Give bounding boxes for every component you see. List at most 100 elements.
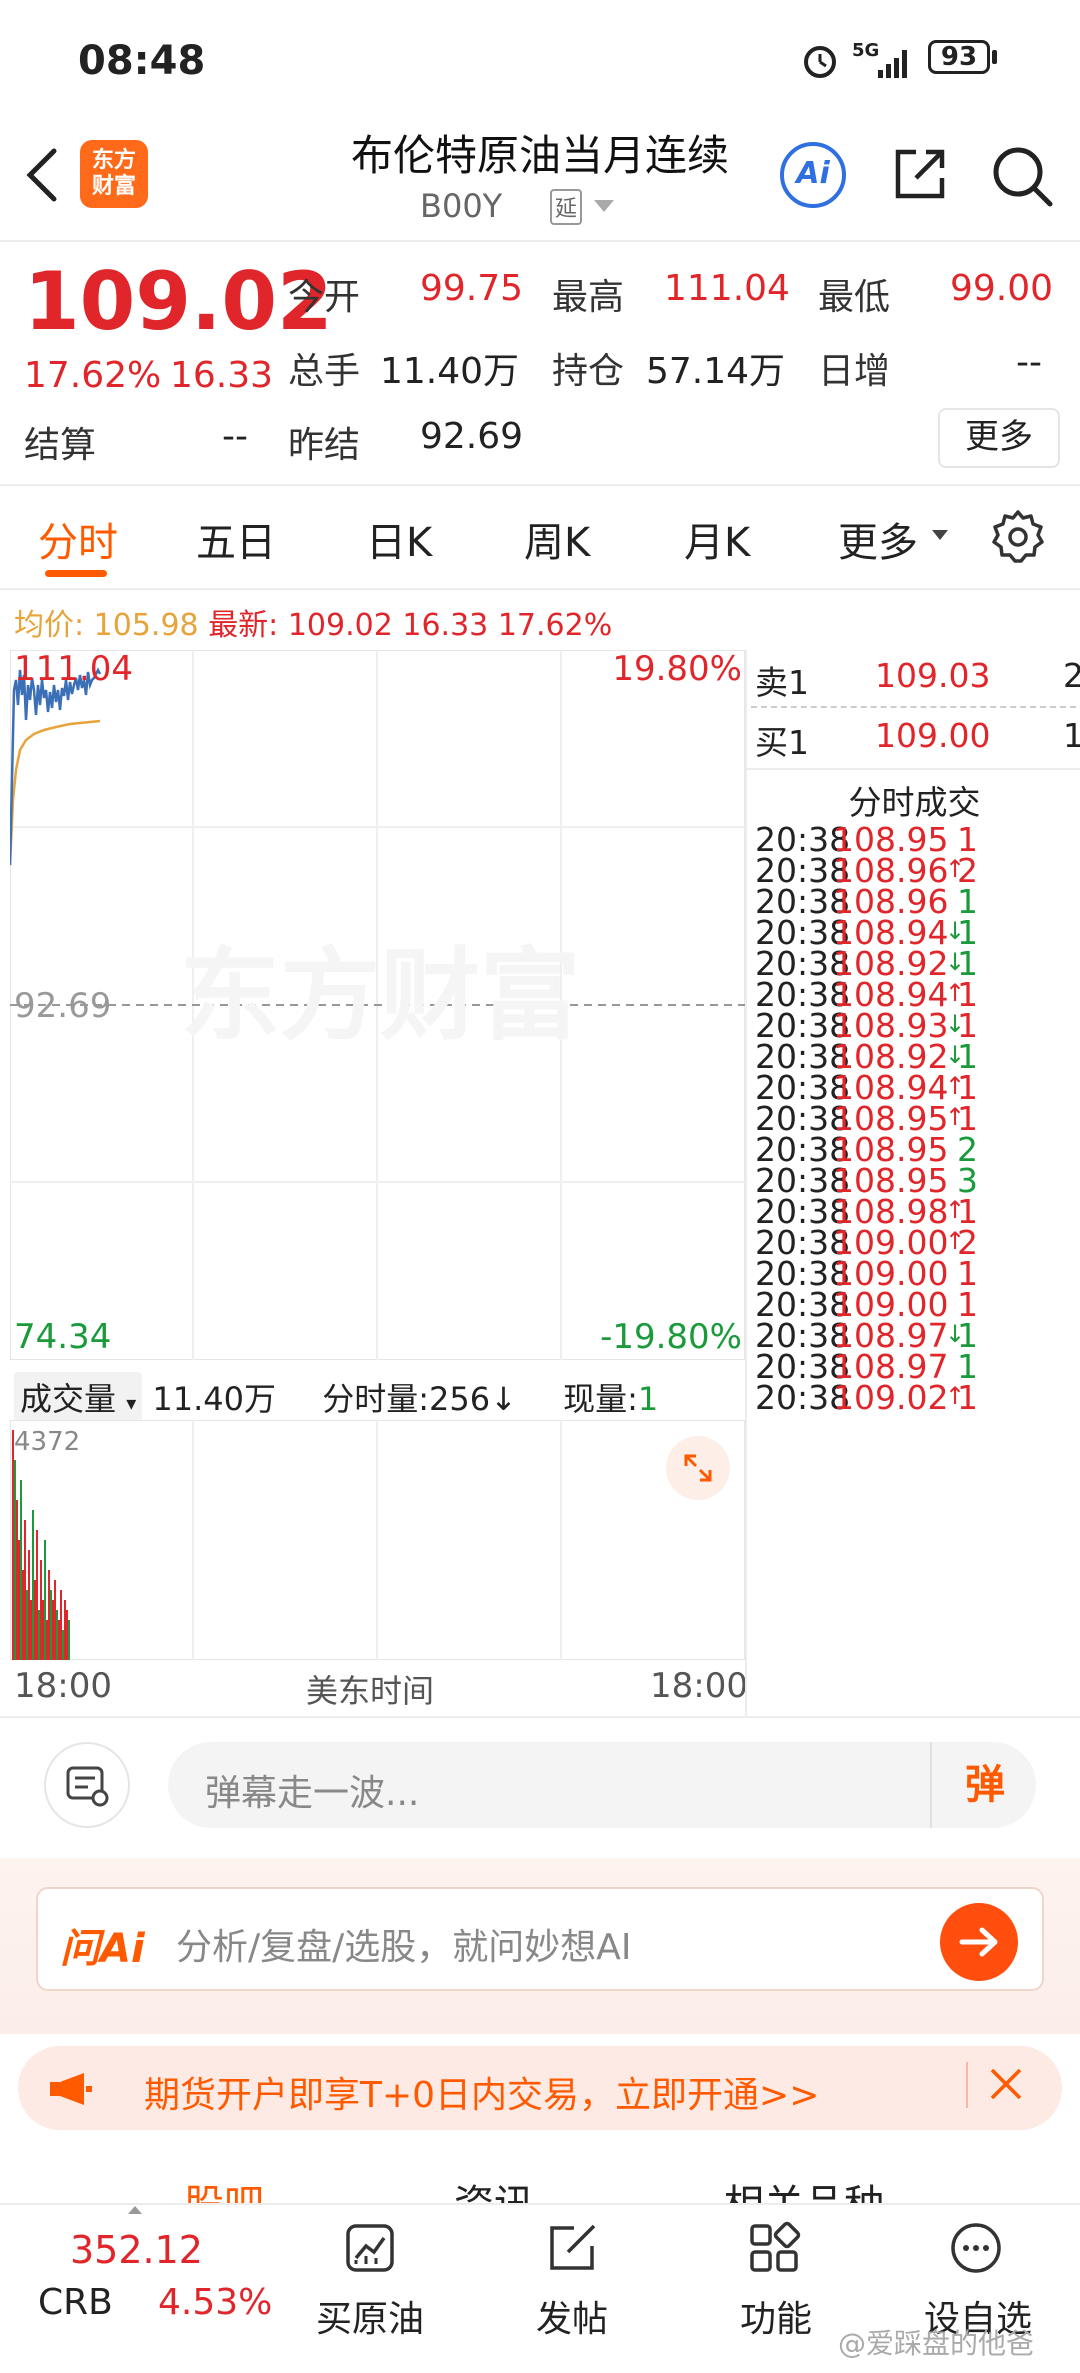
logo-line2: 财富 [91, 174, 136, 199]
divider [0, 484, 1080, 486]
chart-mid-price: 92.69 [14, 986, 111, 1026]
back-icon[interactable] [22, 145, 62, 205]
expand-button [666, 1436, 730, 1500]
tick-volume-value: 256 [429, 1380, 491, 1418]
more-button[interactable]: 更多 [938, 408, 1060, 468]
volume-bar [48, 1570, 50, 1660]
trade-panel: 卖1 109.03 2 买1 109.00 1 分时成交 20:38 108.95… [745, 650, 1080, 1716]
latest-label: 最新: [208, 608, 279, 643]
caret-down-icon[interactable] [932, 530, 948, 540]
instrument-title: 布伦特原油当月连续 [350, 131, 729, 180]
crb-price[interactable]: 352.12 [70, 2228, 203, 2272]
low-value: 99.00 [950, 268, 1054, 309]
instrument-symbol[interactable]: B00Y [420, 187, 502, 225]
arrow-down-icon: ↓ [490, 1380, 517, 1418]
volume-bar [38, 1610, 40, 1660]
battery-tip [992, 50, 997, 64]
volume-chart[interactable]: 4372 [10, 1420, 745, 1660]
volume-label: 总手 [288, 351, 361, 392]
functions-icon[interactable] [746, 2220, 802, 2276]
avg-value: 105.98 [93, 608, 199, 643]
volume-bar [50, 1590, 52, 1660]
change-amount: 16.33 [170, 355, 274, 396]
bid-qty: 1 [1063, 716, 1080, 755]
volume-bar [12, 1430, 14, 1660]
promo-text[interactable]: 期货开户即享T+0日内交易，立即开通>> [144, 2066, 819, 2118]
delay-tag: 延 [550, 189, 583, 225]
crb-name[interactable]: CRB [38, 2282, 113, 2323]
app-logo[interactable]: 东方 财富 [80, 140, 148, 208]
logo-line1: 东方 [91, 148, 136, 173]
volume-bar [28, 1550, 30, 1660]
intraday-chart[interactable]: 东方财富 111.04 19.80% 92.69 74.34 -19.80% [10, 650, 745, 1360]
post-icon[interactable] [544, 2220, 600, 2276]
tab-weekly-k[interactable]: 周K [524, 510, 590, 568]
battery-icon: 93 [928, 40, 990, 74]
daily-increase-value: -- [1016, 342, 1042, 383]
ai-ask-submit-button[interactable] [940, 1903, 1018, 1981]
ai-ask-logo: 问Ai [60, 1926, 145, 1972]
caret-up-icon[interactable] [128, 2206, 142, 2214]
volume-bar [30, 1600, 32, 1660]
low-label: 最低 [818, 277, 891, 318]
tab-daily-k[interactable]: 日K [366, 510, 432, 568]
volume-max: 4372 [14, 1427, 80, 1457]
open-label: 今开 [288, 277, 361, 318]
megaphone-icon [50, 2073, 92, 2105]
chevron-down-icon[interactable] [594, 200, 614, 212]
volume-bar [20, 1480, 22, 1660]
danmu-send-button[interactable]: 弹 [930, 1742, 1038, 1828]
tab-five-day[interactable]: 五日 [196, 510, 276, 568]
volume-bar [68, 1620, 70, 1660]
volume-bar [52, 1600, 54, 1660]
tick-price: 109.02 [833, 1378, 949, 1417]
volume-value: 11.40万 [380, 351, 520, 392]
ask-qty: 2 [1063, 656, 1080, 695]
now-volume-value: 1 [637, 1380, 659, 1418]
search-icon[interactable] [990, 144, 1054, 208]
volume-bar [32, 1510, 34, 1660]
ticks-title: 分时成交 [848, 783, 981, 822]
tab-monthly-k[interactable]: 月K [684, 510, 750, 568]
chart-bottom-percent: -19.80% [600, 1317, 742, 1357]
open-interest-value: 57.14万 [646, 351, 786, 392]
bid-price: 109.00 [875, 716, 991, 755]
volume-bar [66, 1610, 68, 1660]
volume-bar [60, 1590, 62, 1660]
divider [966, 2062, 968, 2108]
danmu-settings-button[interactable] [44, 1742, 130, 1828]
ai-button[interactable]: Ai [780, 142, 846, 208]
danmu-placeholder: 弹幕走一波... [205, 1773, 420, 1814]
ai-ask-placeholder: 分析/复盘/选股，就问妙想AI [176, 1927, 632, 1968]
gear-icon[interactable] [990, 508, 1046, 564]
divider [747, 768, 1080, 770]
change-percent: 17.62% [24, 355, 162, 396]
now-volume-label: 现量: [563, 1380, 638, 1418]
tick-row: 20:38 109.02 ↑ 1 [755, 1378, 1080, 1424]
volume-bar [18, 1540, 20, 1660]
tab-more[interactable]: 更多 [838, 510, 918, 568]
volume-bar [62, 1630, 64, 1660]
volume-selector[interactable]: 成交量 ▾ [14, 1372, 143, 1422]
weibo-watermark: @爱踩盘的他爸 [838, 2327, 1035, 2360]
divider [0, 588, 1080, 590]
buy-oil-label[interactable]: 买原油 [316, 2290, 424, 2342]
tab-intraday[interactable]: 分时 [38, 510, 118, 568]
arrow-right-icon [959, 1927, 998, 1957]
functions-label[interactable]: 功能 [740, 2290, 812, 2342]
settle-label: 结算 [24, 425, 97, 466]
divider [0, 1716, 1080, 1718]
buy-oil-icon[interactable] [342, 2220, 398, 2276]
ask-price: 109.03 [875, 656, 991, 695]
last-price: 109.02 [24, 255, 333, 348]
ask-label: 卖1 [755, 663, 809, 702]
close-icon[interactable] [986, 2064, 1026, 2104]
add-watchlist-icon[interactable] [948, 2220, 1004, 2276]
volume-bar [16, 1500, 18, 1660]
status-time: 08:48 [78, 38, 206, 84]
post-label[interactable]: 发帖 [536, 2290, 608, 2342]
share-icon[interactable] [890, 144, 950, 204]
volume-bar [46, 1620, 48, 1660]
crb-percent[interactable]: 4.53% [158, 2282, 272, 2323]
volume-bar [14, 1460, 16, 1660]
